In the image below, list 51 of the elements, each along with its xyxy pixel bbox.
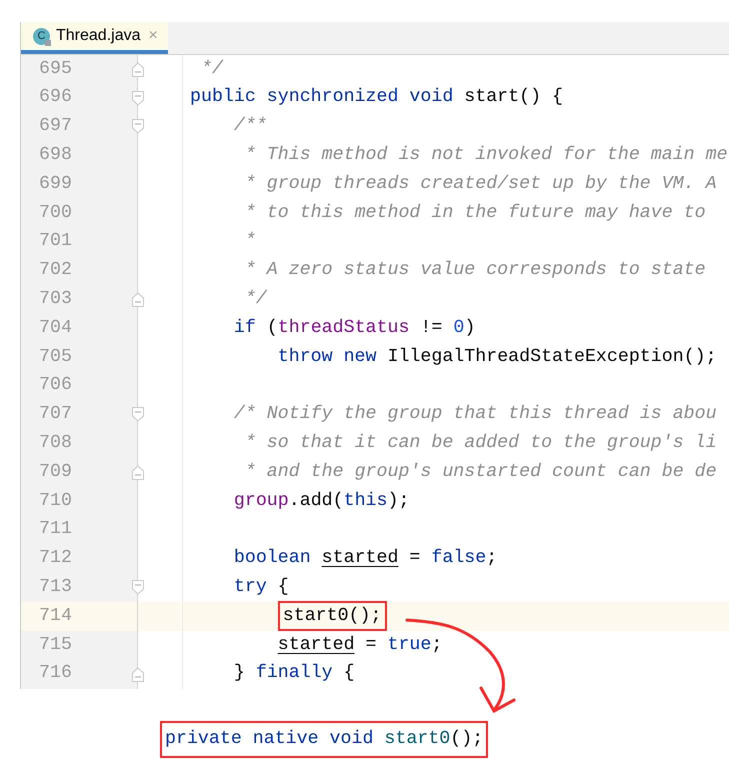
code-line: /* Notify the group that this thread is abou xyxy=(234,404,717,424)
line-number: 711 xyxy=(39,518,72,542)
line-number: 701 xyxy=(39,230,72,254)
line-number: 716 xyxy=(39,662,72,686)
line-number: 697 xyxy=(39,115,72,138)
code-line: * A zero status value corresponds to state xyxy=(244,260,706,280)
code-line: started = true; xyxy=(278,634,442,655)
code-line: * This method is not invoked for the main me xyxy=(244,145,728,166)
code-line: if (threadStatus != 0) xyxy=(234,318,476,338)
line-number: 703 xyxy=(39,288,72,312)
line-number: 706 xyxy=(39,374,72,398)
line-number: 707 xyxy=(39,403,72,426)
line-number: 714 xyxy=(39,604,72,628)
code-line: * xyxy=(244,231,256,252)
code-line: group.add(this); xyxy=(234,490,410,511)
code-line: public synchronized void start() { xyxy=(190,87,564,108)
fold-marker-icon[interactable] xyxy=(132,580,144,596)
line-number: 710 xyxy=(39,490,72,513)
line-number: 695 xyxy=(39,58,72,81)
line-number: 699 xyxy=(39,172,72,196)
code-line: * group threads created/set up by the VM. A xyxy=(244,174,717,194)
line-number: 702 xyxy=(39,259,72,282)
file-tab[interactable]: C Thread.java × xyxy=(21,22,168,54)
line-number: 705 xyxy=(39,346,72,369)
code-line: */ xyxy=(244,289,267,310)
code-line: try { xyxy=(234,577,289,598)
line-number: 704 xyxy=(39,316,72,340)
line-number: 712 xyxy=(39,547,72,570)
line-number: 715 xyxy=(39,634,72,657)
code-line: throw new IllegalThreadStateException(); xyxy=(278,346,717,367)
native-method-declaration: private native void start0(); xyxy=(160,720,488,758)
fold-marker-icon[interactable] xyxy=(132,90,144,106)
fold-marker-icon[interactable] xyxy=(132,292,144,308)
line-number: 700 xyxy=(39,202,72,225)
line-number: 709 xyxy=(39,460,72,484)
line-number: 708 xyxy=(39,432,72,456)
code-line: */ xyxy=(200,58,223,79)
code-line: * to this method in the future may have to xyxy=(244,202,706,223)
class-file-icon: C xyxy=(33,28,50,44)
tab-label: Thread.java xyxy=(56,26,140,46)
code-line: /** xyxy=(234,116,267,136)
line-number: 713 xyxy=(39,576,72,600)
code-line: * so that it can be added to the group's li xyxy=(244,433,717,454)
line-number: 696 xyxy=(39,86,72,110)
fold-marker-icon[interactable] xyxy=(132,119,144,134)
code-line: boolean started = false; xyxy=(234,548,498,568)
fold-marker-icon[interactable] xyxy=(132,407,144,422)
fold-marker-icon[interactable] xyxy=(132,465,144,480)
code-line: } finally { xyxy=(234,663,355,684)
code-line: * and the group's unstarted count can be de xyxy=(244,462,717,482)
line-number: 698 xyxy=(39,144,72,168)
